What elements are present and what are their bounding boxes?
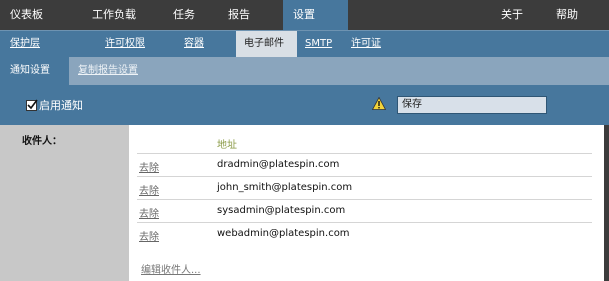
tab-report-settings[interactable]: 复制报告设置: [78, 57, 138, 85]
edit-recipients-link[interactable]: 编辑收件人...: [141, 261, 201, 276]
nav-about[interactable]: 关于: [501, 0, 523, 30]
checkmark-icon: [27, 99, 38, 109]
table-row: 去除 sysadmin@platespin.com: [137, 199, 592, 223]
recipients-label: 收件人：: [22, 136, 62, 147]
subnav-protection-tiers[interactable]: 保护层: [10, 31, 40, 57]
remove-link[interactable]: 去除: [139, 205, 159, 220]
nav-reports[interactable]: 报告: [228, 0, 250, 30]
warning-icon: [372, 97, 386, 110]
table-row: 去除 dradmin@platespin.com: [137, 153, 592, 177]
nav-workloads[interactable]: 工作负载: [92, 0, 136, 30]
settings-subnav: 保护层 许可权限 容器 电子邮件 SMTP 许可证: [0, 30, 609, 57]
table-row: 去除 john_smith@platespin.com: [137, 176, 592, 200]
nav-dashboard[interactable]: 仪表板: [10, 0, 43, 30]
recipients-label-column: [0, 125, 129, 281]
enable-notifications-checkbox[interactable]: [26, 99, 38, 111]
enable-notifications-label: 启用通知: [39, 99, 83, 112]
remove-link[interactable]: 去除: [139, 159, 159, 174]
top-nav-bar: 仪表板 工作负载 任务 报告 设置 关于 帮助: [0, 0, 609, 30]
save-button[interactable]: 保存: [397, 96, 547, 114]
subnav-smtp[interactable]: SMTP: [305, 31, 332, 57]
email-tab-bar: 通知设置 复制报告设置: [0, 57, 609, 85]
enable-notifications[interactable]: 启用通知: [26, 98, 83, 112]
recipient-email: sysadmin@platespin.com: [217, 205, 346, 216]
recipient-email: john_smith@platespin.com: [217, 182, 353, 193]
subnav-email[interactable]: 电子邮件: [236, 31, 297, 57]
remove-link[interactable]: 去除: [139, 182, 159, 197]
remove-link[interactable]: 去除: [139, 228, 159, 243]
address-column-header: 地址: [217, 140, 237, 151]
table-row: 去除 webadmin@platespin.com: [137, 222, 592, 246]
nav-help[interactable]: 帮助: [556, 0, 578, 30]
recipient-email: dradmin@platespin.com: [217, 159, 340, 170]
page-edge: [604, 125, 609, 281]
nav-tasks[interactable]: 任务: [173, 0, 195, 30]
tab-notification-settings[interactable]: 通知设置: [0, 57, 69, 85]
recipient-email: webadmin@platespin.com: [217, 228, 350, 239]
subnav-containers[interactable]: 容器: [184, 31, 204, 57]
nav-settings[interactable]: 设置: [283, 0, 348, 30]
subnav-permissions[interactable]: 许可权限: [105, 31, 145, 57]
subnav-licenses[interactable]: 许可证: [351, 31, 381, 57]
